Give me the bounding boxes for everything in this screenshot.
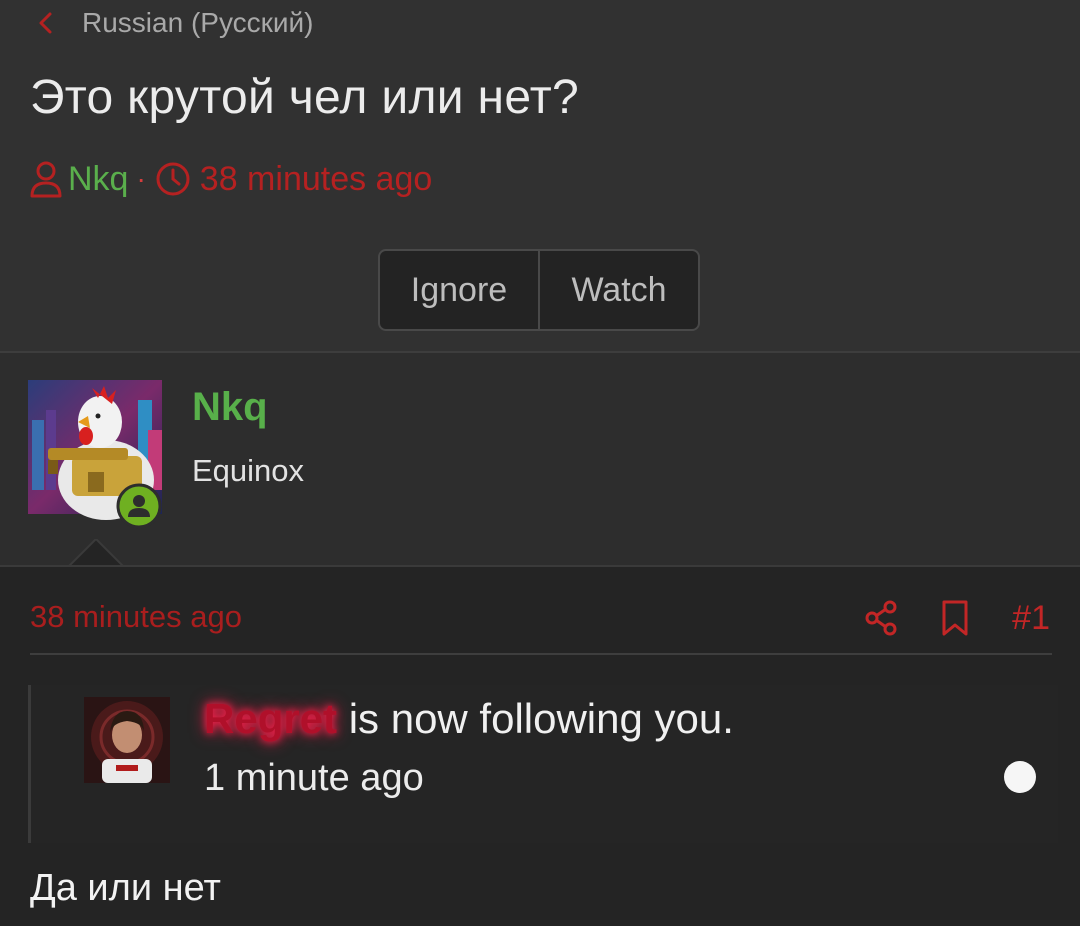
user-icon — [30, 161, 62, 198]
ignore-button[interactable]: Ignore — [380, 251, 538, 329]
thread-header: Russian (Русский) Это крутой чел или нет… — [0, 0, 1080, 353]
thread-page: Russian (Русский) Это крутой чел или нет… — [0, 0, 1080, 926]
online-status-icon — [116, 483, 162, 529]
breadcrumb[interactable]: Russian (Русский) — [36, 4, 313, 42]
thread-meta: Nkq · 38 minutes ago — [28, 156, 432, 202]
breadcrumb-label[interactable]: Russian (Русский) — [82, 7, 313, 39]
notification-username[interactable]: Regret — [204, 695, 337, 742]
thread-author[interactable]: Nkq — [68, 160, 128, 199]
post-author-block: Nkq Equinox — [0, 353, 1080, 569]
meta-separator: · — [136, 163, 146, 194]
notification-message: Regret is now following you. — [204, 695, 734, 743]
thread-title: Это крутой чел или нет? — [30, 71, 580, 124]
post-body: Да или нет — [30, 867, 221, 909]
message-divider — [30, 653, 1052, 655]
post-actions: #1 — [864, 597, 1050, 639]
bookmark-icon[interactable] — [938, 599, 972, 637]
notification-avatar — [84, 697, 170, 783]
chevron-left-icon[interactable] — [36, 9, 56, 37]
post-number-link[interactable]: #1 — [1012, 599, 1050, 638]
post-message: 38 minutes ago #1 Regret is now followin… — [0, 565, 1080, 926]
notification-edge — [28, 685, 31, 843]
poster-username[interactable]: Nkq — [192, 385, 268, 430]
watch-button[interactable]: Watch — [538, 251, 698, 329]
notification-time: 1 minute ago — [204, 757, 424, 799]
poster-user-title: Equinox — [192, 453, 305, 488]
follow-notification-toast[interactable]: Regret is now following you. 1 minute ag… — [28, 685, 1058, 843]
clock-icon — [156, 162, 190, 196]
unread-indicator[interactable] — [1004, 761, 1036, 793]
share-icon[interactable] — [864, 599, 898, 637]
thread-posted-time[interactable]: 38 minutes ago — [200, 160, 433, 199]
notification-text: is now following you. — [337, 695, 734, 742]
post-time[interactable]: 38 minutes ago — [30, 599, 242, 635]
thread-action-buttons: Ignore Watch — [378, 249, 700, 331]
